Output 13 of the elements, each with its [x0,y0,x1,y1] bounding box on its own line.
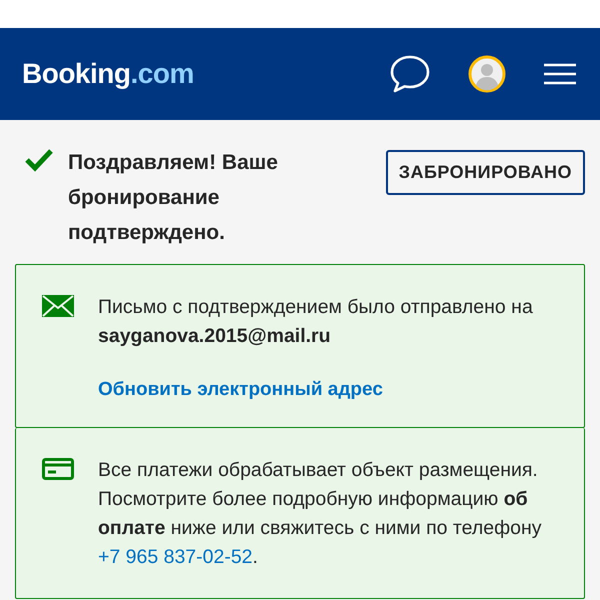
credit-card-icon [42,458,74,480]
update-email-link[interactable]: Обновить электронный адрес [98,379,383,401]
payment-info-text: Все платежи обрабатывает объект размещения. Посмотрите более подробную информацию об оплате ниже или свяжитесь с ними по телефону +7 965 837-02-52. [98,458,542,570]
email-sent-text: Письмо с подтверждением было отправлено на sayganova.2015@mail.ru [98,295,534,349]
chat-icon[interactable] [390,55,430,93]
confirmation-title: Поздравляем! Ваше бронирование подтверждено. [68,150,279,246]
checkmark-icon [24,148,54,172]
avatar-icon[interactable] [468,55,506,93]
envelope-icon [42,295,74,317]
phone-link[interactable]: +7 965 837-02-52 [98,546,253,568]
menu-icon[interactable] [544,63,576,85]
booked-status: ЗАБРОНИРОВАНО [386,150,585,195]
logo[interactable]: Booking.com [22,58,194,90]
